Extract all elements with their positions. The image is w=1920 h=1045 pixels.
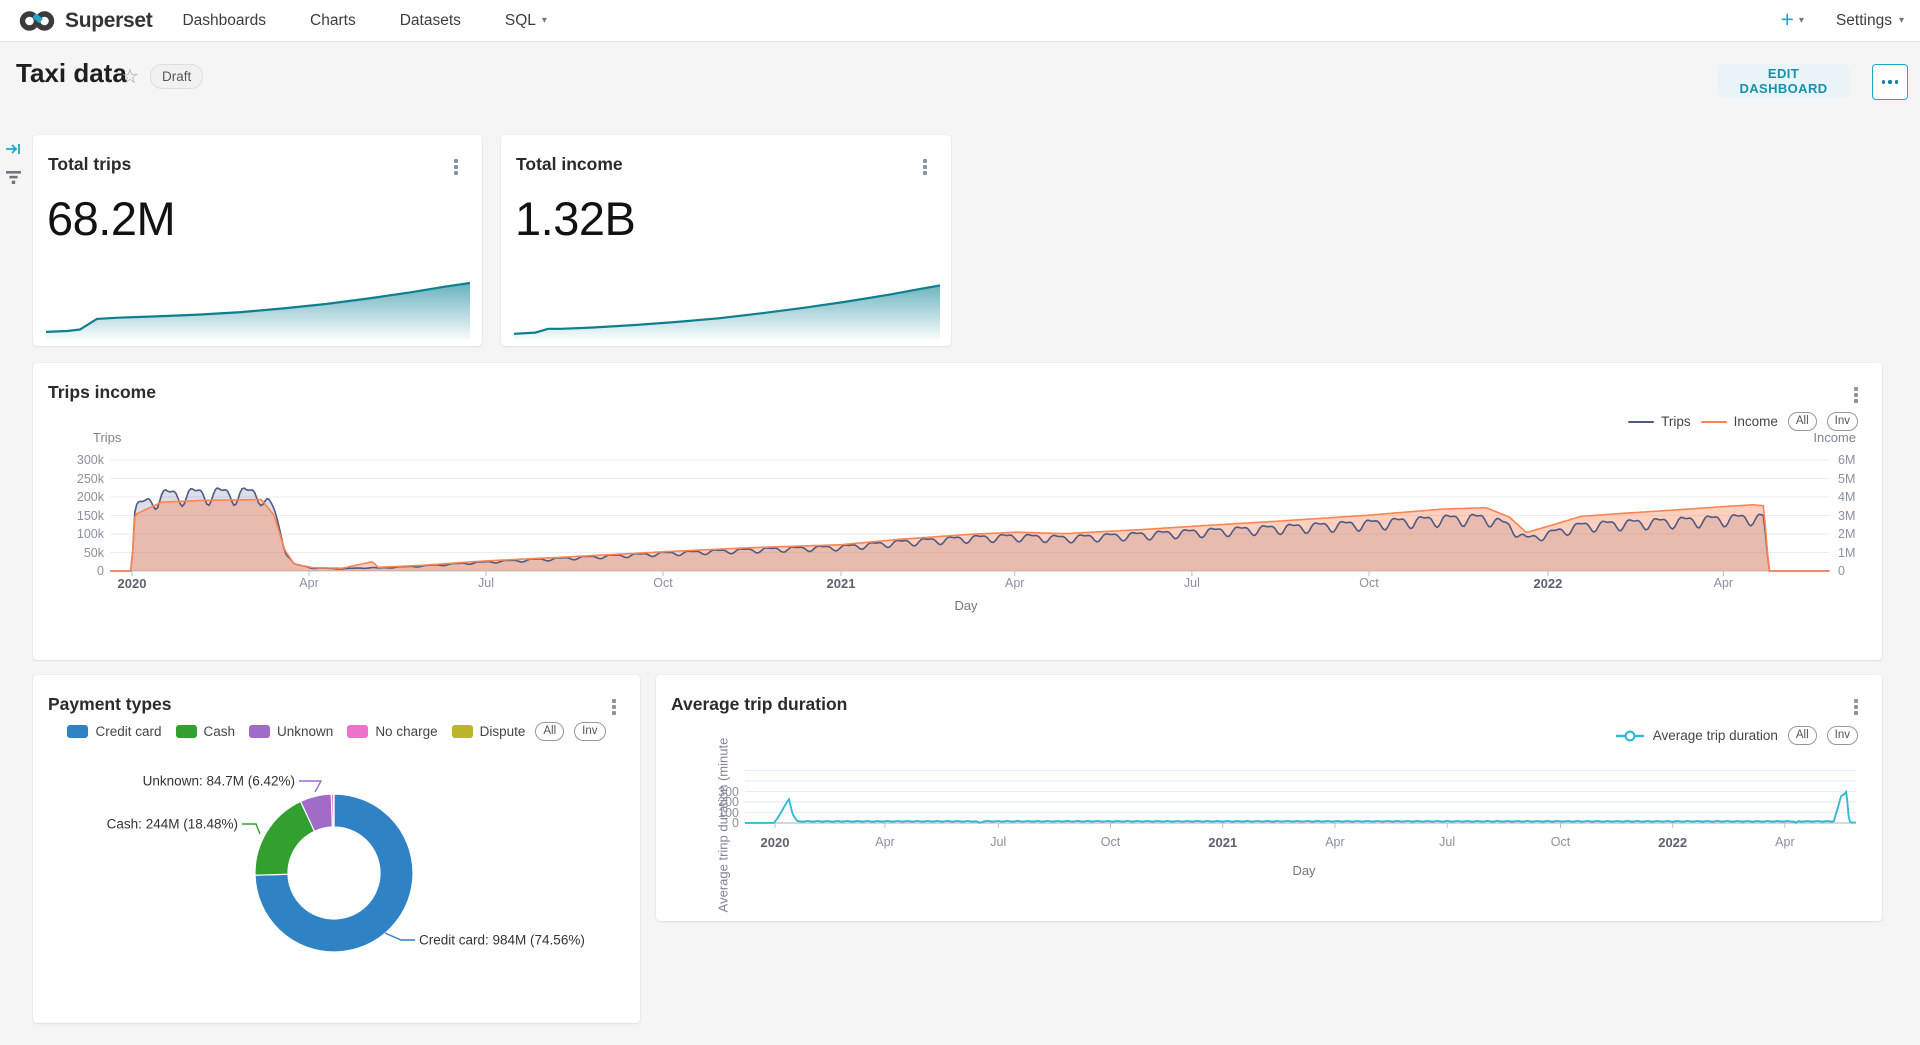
nav-datasets[interactable]: Datasets xyxy=(378,12,483,30)
settings-menu[interactable]: Settings ▾ xyxy=(1836,12,1904,30)
y-tick-label: 5M xyxy=(1838,472,1874,486)
pie-callout-label: Unknown: 84.7M (6.42%) xyxy=(143,774,295,789)
x-tick-label: Oct xyxy=(653,576,672,590)
caret-down-icon: ▾ xyxy=(1899,16,1904,26)
x-tick-label: Jul xyxy=(1184,576,1200,590)
y-tick-label: 3M xyxy=(1838,509,1874,523)
status-badge: Draft xyxy=(150,64,203,89)
trips-income-chart xyxy=(33,363,1882,660)
x-tick-label: Apr xyxy=(1325,835,1344,849)
edit-dashboard-button[interactable]: EDIT DASHBOARD xyxy=(1718,64,1849,98)
payment-types-donut-chart: Credit card: 984M (74.56%) Cash: 244M (18… xyxy=(33,675,640,1023)
y-tick-label: 0 xyxy=(68,564,104,578)
card-trips-income: Trips income Trips Income All Inv Trips … xyxy=(33,363,1882,660)
x-axis-title: Day xyxy=(1292,863,1315,878)
superset-infinity-icon xyxy=(18,9,56,33)
x-tick-label: 2021 xyxy=(1208,835,1237,850)
x-tick-label: Apr xyxy=(1775,835,1794,849)
brand-wordmark: Superset xyxy=(65,9,152,33)
y-tick-label: 6M xyxy=(1838,453,1874,467)
y-tick-label: 0 xyxy=(1838,564,1874,578)
x-tick-label: Oct xyxy=(1359,576,1378,590)
dashboard-actions-button[interactable] xyxy=(1872,64,1908,100)
favorite-star-icon[interactable]: ☆ xyxy=(121,64,139,89)
new-item-button[interactable]: + ▾ xyxy=(1780,10,1803,31)
total-income-sparkline xyxy=(501,135,951,346)
x-tick-label: 2022 xyxy=(1658,835,1687,850)
nav-charts[interactable]: Charts xyxy=(288,12,378,30)
y-tick-label: 150k xyxy=(68,509,104,523)
y-tick-label: 50k xyxy=(68,546,104,560)
x-tick-label: Apr xyxy=(1714,576,1733,590)
y-tick-label: 100k xyxy=(68,527,104,541)
superset-logo[interactable]: Superset xyxy=(18,9,152,33)
expand-filter-bar-icon[interactable] xyxy=(5,141,22,162)
nav-dashboards[interactable]: Dashboards xyxy=(160,12,288,30)
caret-down-icon: ▾ xyxy=(1799,16,1804,26)
y-tick-label: 4M xyxy=(1838,490,1874,504)
x-tick-label: Jul xyxy=(1439,835,1455,849)
y-tick-label: 1M xyxy=(1838,546,1874,560)
x-tick-label: Oct xyxy=(1551,835,1570,849)
caret-down-icon: ▾ xyxy=(542,16,547,26)
x-tick-label: Jul xyxy=(990,835,1006,849)
y-tick-label: 250k xyxy=(68,472,104,486)
filter-funnel-icon[interactable] xyxy=(6,170,22,190)
x-tick-label: 2022 xyxy=(1533,576,1562,591)
pie-callout-label: Cash: 244M (18.48%) xyxy=(107,817,238,832)
x-axis-title: Day xyxy=(954,598,977,613)
y-tick-label: 200k xyxy=(68,490,104,504)
x-tick-label: 2021 xyxy=(827,576,856,591)
x-tick-label: Apr xyxy=(299,576,318,590)
x-tick-label: 2020 xyxy=(118,576,147,591)
x-tick-label: Jul xyxy=(478,576,494,590)
total-trips-sparkline xyxy=(33,135,482,346)
x-tick-label: Apr xyxy=(1005,576,1024,590)
plus-icon: + xyxy=(1780,8,1793,31)
x-tick-label: Oct xyxy=(1101,835,1120,849)
main-nav: Dashboards Charts Datasets SQL▾ xyxy=(160,12,568,30)
card-payment-types: Payment types Credit cardCashUnknownNo c… xyxy=(33,675,640,1023)
dashboard-title: Taxi data xyxy=(16,58,127,89)
y-tick-label: 300k xyxy=(68,453,104,467)
x-tick-label: 2020 xyxy=(761,835,790,850)
card-total-income: Total income 1.32B xyxy=(501,135,951,346)
card-avg-trip-duration: Average trip duration Average trip durat… xyxy=(656,675,1882,921)
card-total-trips: Total trips 68.2M xyxy=(33,135,482,346)
nav-right: + ▾ Settings ▾ xyxy=(1780,10,1920,31)
x-tick-label: Apr xyxy=(875,835,894,849)
avg-duration-line xyxy=(745,792,1856,823)
avg-duration-chart xyxy=(656,675,1882,921)
nav-sql[interactable]: SQL▾ xyxy=(483,12,569,30)
y-tick-label: 300 xyxy=(699,785,739,799)
y-tick-label: 2M xyxy=(1838,527,1874,541)
pie-callout-label: Credit card: 984M (74.56%) xyxy=(419,933,585,948)
top-navbar: Superset Dashboards Charts Datasets SQL▾… xyxy=(0,0,1920,42)
